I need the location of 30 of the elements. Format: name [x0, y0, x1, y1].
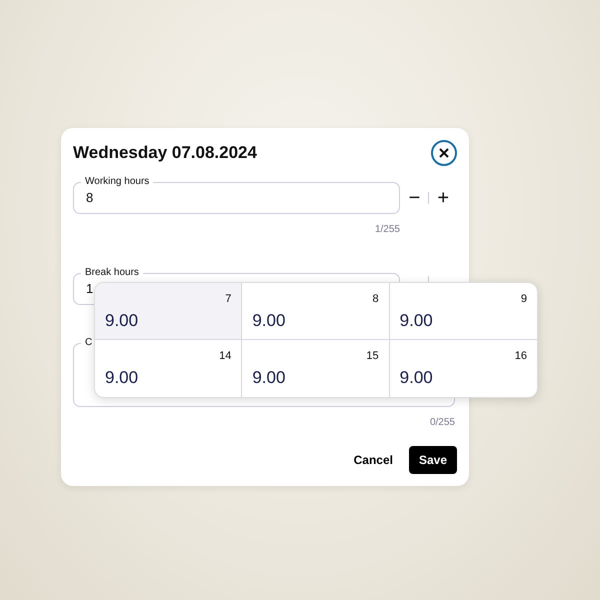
- plus-button[interactable]: +: [437, 188, 449, 208]
- field-value: 8: [86, 189, 94, 208]
- character-counter: 0/255: [430, 416, 455, 430]
- hours-value: 9.00: [400, 366, 434, 388]
- day-cell[interactable]: 16 9.00: [390, 340, 537, 397]
- day-number: 7: [225, 292, 232, 307]
- day-cell[interactable]: 15 9.00: [242, 340, 390, 397]
- minus-button[interactable]: −: [408, 188, 420, 208]
- close-button[interactable]: [431, 140, 457, 166]
- field-label: Working hours: [81, 175, 154, 189]
- day-cell[interactable]: 8 9.00: [242, 283, 390, 340]
- cancel-button[interactable]: Cancel: [346, 447, 401, 473]
- hours-value: 9.00: [252, 366, 286, 388]
- field-value: 1: [86, 280, 94, 298]
- day-number: 9: [520, 292, 527, 307]
- day-cell[interactable]: 7 9.00: [95, 283, 242, 340]
- day-cell[interactable]: 14 9.00: [95, 340, 242, 397]
- day-number: 16: [514, 349, 527, 364]
- dialog-title: Wednesday 07.08.2024: [73, 142, 257, 164]
- close-icon: [439, 148, 449, 158]
- hours-value: 9.00: [105, 310, 140, 332]
- character-counter: 1/255: [374, 223, 400, 237]
- day-number: 8: [372, 292, 379, 307]
- day-number: 14: [219, 349, 232, 364]
- save-button[interactable]: Save: [408, 446, 457, 474]
- hours-value: 9.00: [252, 310, 286, 332]
- day-number: 15: [366, 349, 379, 364]
- hours-value: 9.00: [105, 366, 140, 388]
- hours-value: 9.00: [400, 310, 434, 332]
- day-cell[interactable]: 9 9.00: [390, 283, 537, 340]
